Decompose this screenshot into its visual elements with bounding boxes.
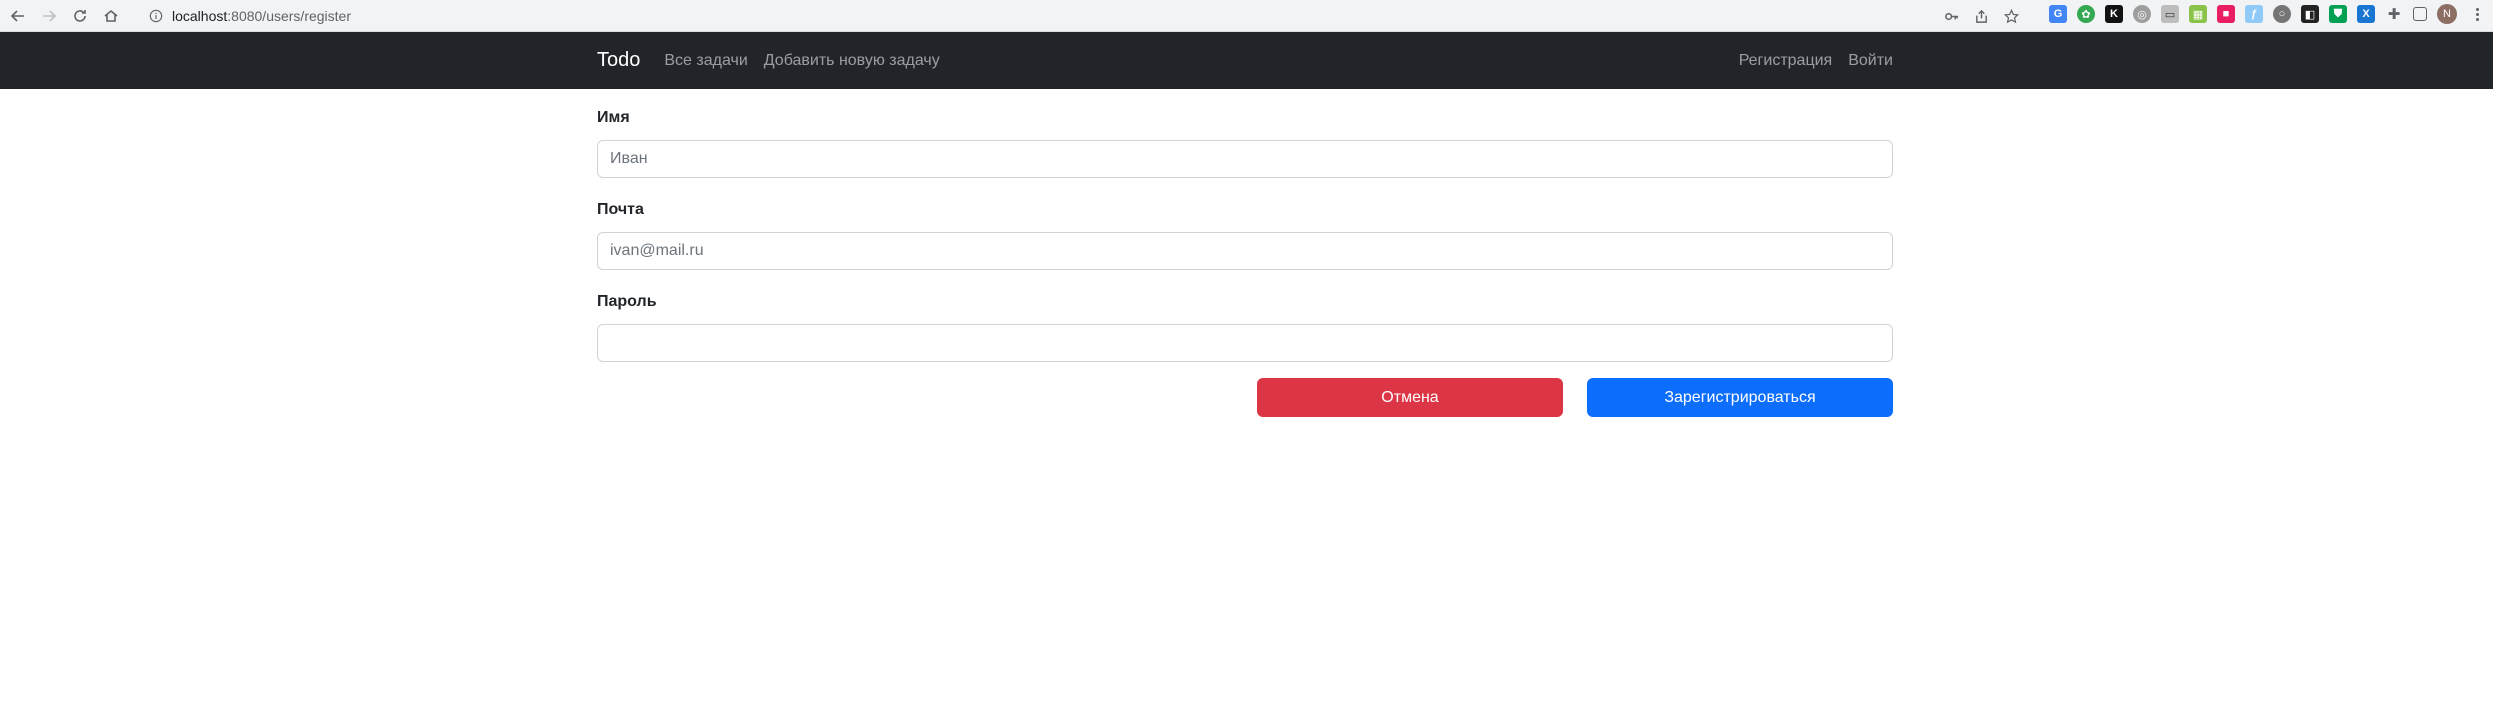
info-icon[interactable] bbox=[148, 8, 164, 24]
back-arrow-icon[interactable] bbox=[4, 2, 32, 30]
brand-link[interactable]: Todo bbox=[597, 49, 640, 72]
nav-login[interactable]: Войти bbox=[1848, 52, 1893, 70]
side-panel-icon[interactable] bbox=[2413, 7, 2427, 21]
name-label: Имя bbox=[597, 109, 630, 126]
circle-extension-icon[interactable]: ◎ bbox=[2133, 5, 2151, 23]
email-input[interactable] bbox=[597, 232, 1893, 270]
share-icon[interactable] bbox=[1971, 6, 1991, 26]
menu-kebab-icon[interactable] bbox=[2467, 4, 2487, 24]
address-bar[interactable]: localhost:8080/users/register bbox=[140, 3, 2025, 29]
url-text: localhost:8080/users/register bbox=[172, 8, 351, 24]
reload-icon[interactable] bbox=[66, 2, 94, 30]
home-icon[interactable] bbox=[97, 2, 125, 30]
puzzle-icon[interactable]: ✚ bbox=[2385, 5, 2403, 23]
leaf-extension-icon[interactable]: ✿ bbox=[2077, 5, 2095, 23]
shield-extension-icon[interactable]: ⛊ bbox=[2329, 5, 2347, 23]
sheet-extension-icon[interactable]: ▦ bbox=[2189, 5, 2207, 23]
cancel-button[interactable]: Отмена bbox=[1257, 378, 1563, 417]
bookmark-star-icon[interactable] bbox=[2001, 6, 2021, 26]
navbar: Todo Все задачи Добавить новую задачу Ре… bbox=[0, 32, 2493, 89]
register-button[interactable]: Зарегистрироваться bbox=[1587, 378, 1893, 417]
nav-register[interactable]: Регистрация bbox=[1739, 52, 1833, 70]
translate-extension-icon[interactable]: G bbox=[2049, 5, 2067, 23]
feather-extension-icon[interactable]: ƒ bbox=[2245, 5, 2263, 23]
ab-extension-icon[interactable]: ▭ bbox=[2161, 5, 2179, 23]
k-extension-icon[interactable]: K bbox=[2105, 5, 2123, 23]
nav-all-tasks[interactable]: Все задачи bbox=[664, 52, 747, 70]
browser-toolbar: localhost:8080/users/register G ✿ K ◎ ▭ … bbox=[0, 0, 2493, 32]
name-input[interactable] bbox=[597, 140, 1893, 178]
password-label: Пароль bbox=[597, 293, 657, 310]
email-label: Почта bbox=[597, 201, 644, 218]
x-extension-icon[interactable]: X bbox=[2357, 5, 2375, 23]
key-icon[interactable] bbox=[1941, 6, 1961, 26]
extensions-bar: G ✿ K ◎ ▭ ▦ ■ ƒ ○ ◧ ⛊ X ✚ N bbox=[2049, 4, 2487, 24]
gradient-extension-icon[interactable]: ■ bbox=[2217, 5, 2235, 23]
nav-add-task[interactable]: Добавить новую задачу bbox=[764, 52, 940, 70]
forward-arrow-icon[interactable] bbox=[35, 2, 63, 30]
register-form: Имя Почта Пароль Отмена Зарегистрировать… bbox=[597, 89, 1893, 418]
ring-extension-icon[interactable]: ○ bbox=[2273, 5, 2291, 23]
gauge-extension-icon[interactable]: ◧ bbox=[2301, 5, 2319, 23]
password-input[interactable] bbox=[597, 324, 1893, 362]
profile-avatar[interactable]: N bbox=[2437, 4, 2457, 24]
